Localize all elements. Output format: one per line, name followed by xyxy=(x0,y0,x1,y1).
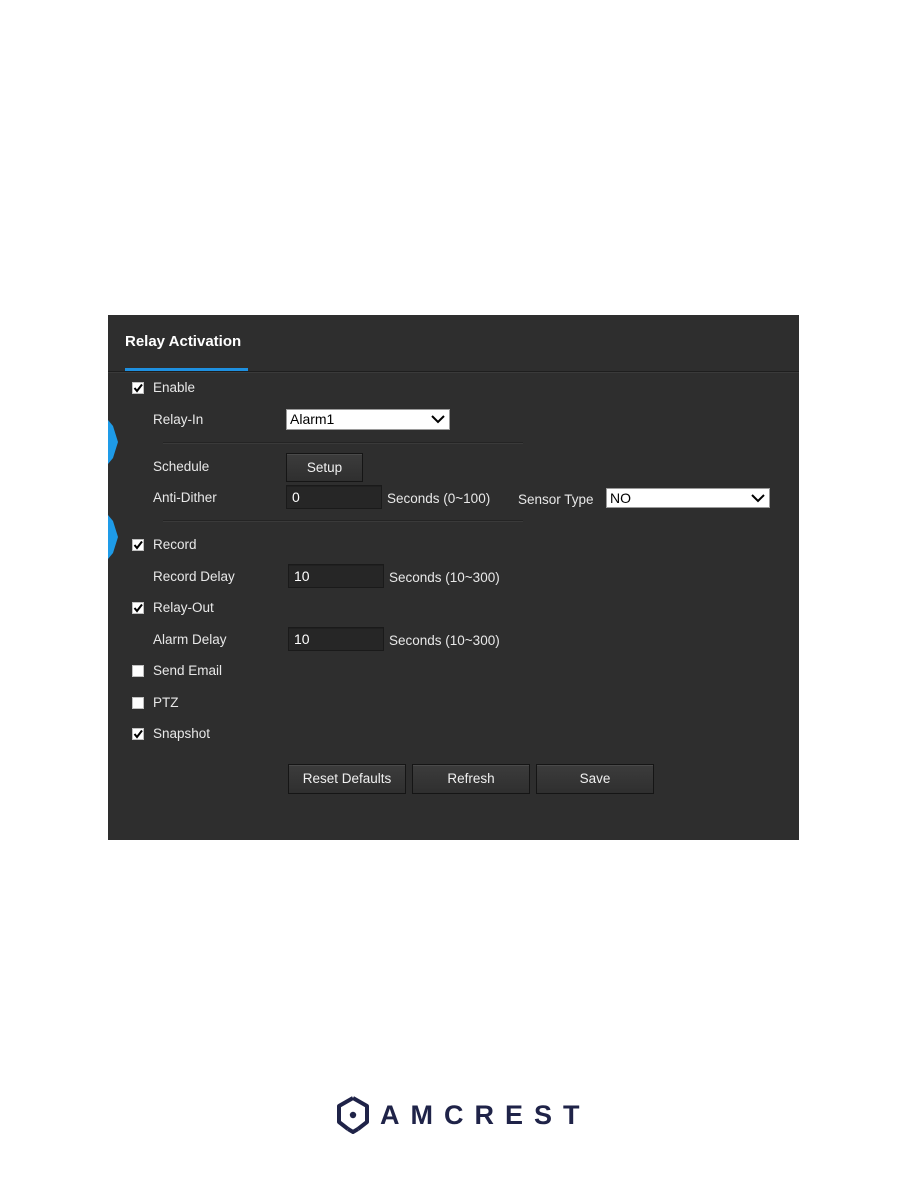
relay-out-label: Relay-Out xyxy=(153,600,214,615)
anti-dither-input[interactable]: 0 xyxy=(286,485,382,509)
chevron-down-icon xyxy=(431,415,445,424)
section-marker-icon xyxy=(108,420,118,464)
record-delay-unit: Seconds (10~300) xyxy=(389,570,500,585)
schedule-label: Schedule xyxy=(153,459,210,474)
relay-in-label: Relay-In xyxy=(153,412,204,427)
panel-title: Relay Activation xyxy=(125,333,242,350)
brand-name: AMCREST xyxy=(380,1099,591,1130)
section-marker-icon xyxy=(108,515,118,559)
amcrest-hexagon-icon xyxy=(337,1096,369,1134)
refresh-button[interactable]: Refresh xyxy=(412,764,530,794)
relay-activation-panel: Relay Activation Enable Relay-In Alarm1 … xyxy=(108,315,799,840)
send-email-checkbox[interactable] xyxy=(132,665,144,677)
amcrest-logo: AMCREST xyxy=(336,1096,591,1134)
anti-dither-unit: Seconds (0~100) xyxy=(387,491,491,506)
schedule-setup-button[interactable]: Setup xyxy=(286,453,363,482)
send-email-label: Send Email xyxy=(153,663,223,678)
relay-in-select[interactable]: Alarm1 xyxy=(286,409,450,430)
checkmark-icon xyxy=(133,540,143,550)
record-delay-label: Record Delay xyxy=(153,569,235,584)
ptz-checkbox[interactable] xyxy=(132,697,144,709)
sensor-type-select[interactable]: NO xyxy=(606,488,770,508)
alarm-delay-input[interactable]: 10 xyxy=(288,627,384,651)
checkmark-icon xyxy=(133,383,143,393)
record-checkbox[interactable] xyxy=(132,539,144,551)
alarm-delay-label: Alarm Delay xyxy=(153,632,227,647)
record-label: Record xyxy=(153,537,197,552)
chevron-down-icon xyxy=(751,494,765,503)
section-divider xyxy=(163,520,523,522)
relay-in-value: Alarm1 xyxy=(290,411,335,427)
relay-out-checkbox[interactable] xyxy=(132,602,144,614)
sensor-type-label: Sensor Type xyxy=(518,492,594,507)
reset-defaults-button[interactable]: Reset Defaults xyxy=(288,764,406,794)
save-button[interactable]: Save xyxy=(536,764,654,794)
anti-dither-label: Anti-Dither xyxy=(153,490,217,505)
alarm-delay-unit: Seconds (10~300) xyxy=(389,633,500,648)
enable-checkbox[interactable] xyxy=(132,382,144,394)
panel-header: Relay Activation xyxy=(108,315,799,373)
header-divider xyxy=(108,371,799,373)
section-divider xyxy=(163,442,523,444)
checkmark-icon xyxy=(133,603,143,613)
record-delay-input[interactable]: 10 xyxy=(288,564,384,588)
snapshot-checkbox[interactable] xyxy=(132,728,144,740)
snapshot-label: Snapshot xyxy=(153,726,211,741)
sensor-type-value: NO xyxy=(610,490,631,506)
enable-label: Enable xyxy=(153,380,196,395)
ptz-label: PTZ xyxy=(153,695,179,710)
checkmark-icon xyxy=(133,729,143,739)
